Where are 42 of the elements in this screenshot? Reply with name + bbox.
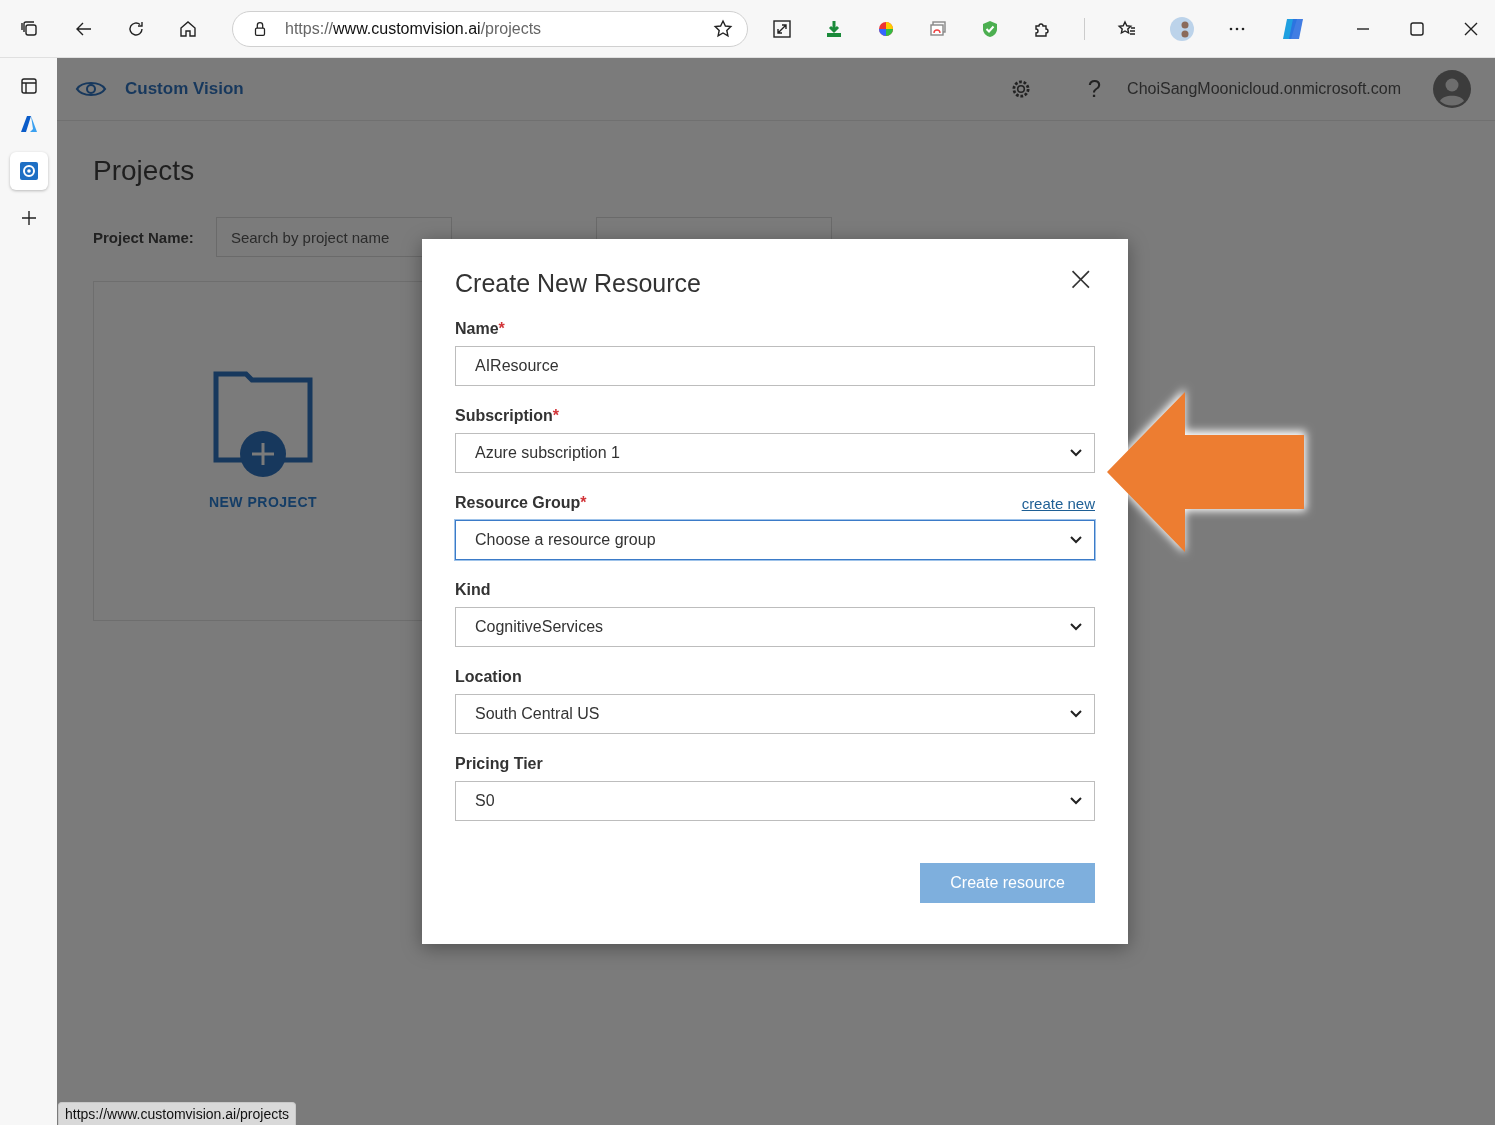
field-label: Location: [455, 668, 522, 686]
url-text: https://www.customvision.ai/projects: [285, 19, 543, 38]
profile-icon[interactable]: [1169, 15, 1195, 42]
filter-label: Project Name:: [93, 228, 194, 246]
new-project-label: NEW PROJECT: [208, 494, 318, 510]
page-title: Projects: [93, 155, 196, 187]
chevron-down-icon: [1070, 449, 1082, 457]
dropdown[interactable]: CognitiveServices: [455, 607, 1095, 647]
field-label: Pricing Tier: [455, 755, 543, 773]
chevron-down-icon: [1070, 536, 1082, 544]
folder-add-icon: [213, 370, 313, 480]
download-icon[interactable]: [824, 18, 844, 39]
shield-icon[interactable]: [980, 18, 1000, 39]
star-icon[interactable]: [713, 18, 733, 39]
search-field[interactable]: Search by project name: [215, 217, 452, 257]
custom-vision-tab[interactable]: [9, 152, 48, 190]
dialog-title: Create New Resource: [455, 269, 701, 298]
close-button[interactable]: ×: [1066, 265, 1095, 291]
help-button[interactable]: ?: [1087, 75, 1102, 103]
tabs-icon[interactable]: [20, 18, 40, 39]
lens-icon: [18, 161, 39, 181]
home-icon[interactable]: [178, 18, 198, 39]
dropdown[interactable]: Azure subscription 1: [455, 433, 1095, 473]
field-label: Subscription*: [455, 407, 559, 425]
field-label: Name*: [455, 320, 505, 338]
chevron-down-icon: [1070, 710, 1082, 718]
address-bar[interactable]: https://www.customvision.ai/projects: [232, 10, 748, 47]
chevron-down-icon: [1070, 623, 1082, 631]
dropdown[interactable]: S0: [455, 781, 1095, 821]
avatar-icon[interactable]: [1433, 70, 1471, 108]
chevron-down-icon: [1070, 797, 1082, 805]
field-label: Resource Group*: [455, 494, 587, 512]
azure-icon[interactable]: [18, 114, 39, 134]
settings-icon[interactable]: [1009, 78, 1032, 100]
name-field[interactable]: AIResource: [455, 346, 1095, 386]
create-new-link[interactable]: create new: [1021, 495, 1095, 512]
windows-icon[interactable]: [928, 18, 948, 39]
dropdown[interactable]: South Central US: [455, 694, 1095, 734]
field-label: Kind: [455, 581, 491, 599]
sidebar-icon[interactable]: [18, 76, 39, 96]
dropdown[interactable]: Choose a resource group: [455, 520, 1095, 560]
expand-icon[interactable]: [772, 18, 792, 39]
